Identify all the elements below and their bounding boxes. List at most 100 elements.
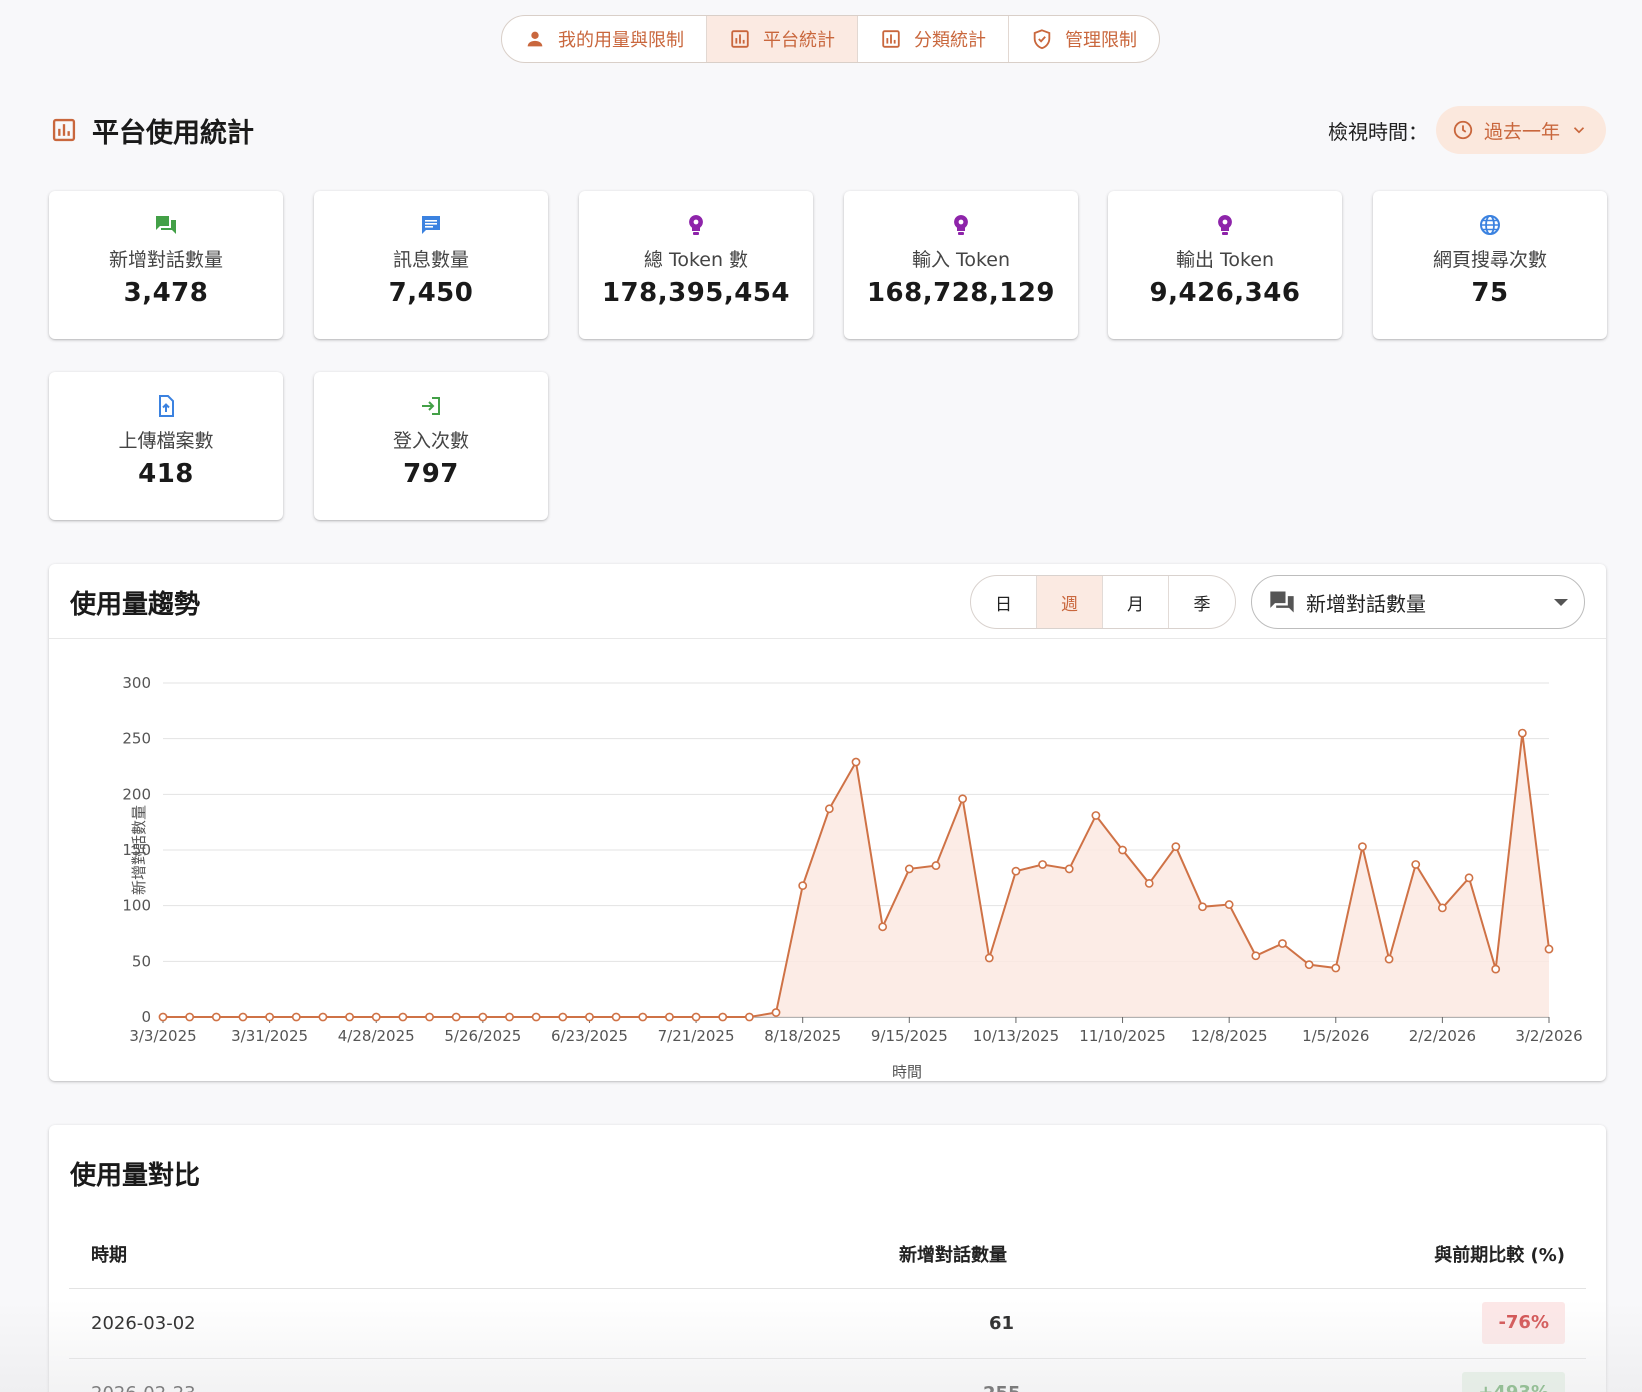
- data-point: [665, 1012, 674, 1022]
- stat-value: 9,426,346: [1149, 278, 1301, 308]
- stat-value: 797: [403, 459, 459, 489]
- data-point: [558, 1012, 568, 1022]
- data-point: [291, 1012, 301, 1022]
- dropdown-arrow-icon: [1554, 598, 1568, 606]
- col-value: 新增對話數量: [899, 1245, 1007, 1266]
- data-point: [851, 757, 861, 767]
- stat-card-uploaded-files: 上傳檔案數 418: [49, 372, 283, 520]
- data-point: [1464, 873, 1474, 883]
- x-tick-label: 3/31/2025: [231, 1027, 308, 1045]
- stat-card-web-search: 網頁搜尋次數 75: [1373, 191, 1607, 339]
- data-point: [984, 953, 994, 963]
- tab-label: 分類統計: [914, 30, 986, 51]
- x-tick-label: 7/21/2025: [658, 1027, 735, 1045]
- granularity-month[interactable]: 月: [1103, 576, 1169, 628]
- stat-value: 3,478: [123, 278, 209, 308]
- x-tick-label: 12/8/2025: [1191, 1027, 1268, 1045]
- stat-card-logins: 登入次數 797: [314, 372, 548, 520]
- data-point: [1384, 954, 1394, 964]
- stat-label: 登入次數: [392, 430, 469, 452]
- data-point: [1278, 939, 1287, 948]
- granularity-day[interactable]: 日: [971, 576, 1037, 628]
- x-tick-label: 4/28/2025: [338, 1027, 415, 1045]
- stat-value: 178,395,454: [601, 278, 791, 308]
- psychology-icon: [954, 215, 968, 235]
- data-point: [1251, 951, 1261, 961]
- x-axis-label: 時間: [892, 1063, 922, 1079]
- x-tick-label: 8/18/2025: [764, 1027, 841, 1045]
- data-point: [1224, 900, 1234, 909]
- data-point: [931, 861, 941, 870]
- data-point: [824, 804, 834, 814]
- data-point: [478, 1012, 488, 1022]
- granularity-quarter[interactable]: 季: [1169, 576, 1235, 628]
- data-point: [1358, 842, 1367, 852]
- y-tick-label: 200: [122, 785, 151, 803]
- data-point: [1038, 860, 1047, 869]
- stat-label: 新增對話數量: [108, 249, 223, 271]
- change-badge: +493%: [1462, 1372, 1565, 1392]
- tab-manage-limits[interactable]: 管理限制: [1009, 16, 1159, 62]
- stat-value: 75: [1471, 278, 1509, 308]
- globe-icon: [1480, 215, 1500, 235]
- stat-value: 7,450: [388, 278, 474, 308]
- chevron-down-icon: [1573, 127, 1585, 134]
- stat-value: 168,728,129: [866, 278, 1056, 308]
- tab-platform-stats[interactable]: 平台統計: [707, 16, 858, 62]
- tab-label: 我的用量與限制: [558, 30, 684, 51]
- page-header: 平台使用統計 檢視時間： 過去一年: [50, 104, 1606, 156]
- data-point: [744, 1012, 754, 1022]
- person-icon: [527, 31, 543, 47]
- psychology-icon: [689, 215, 703, 235]
- row-period: 2026-03-02: [91, 1313, 196, 1334]
- stat-card-total-tokens: 總 Token 數 178,395,454: [579, 191, 813, 339]
- data-point: [531, 1012, 541, 1022]
- metric-select[interactable]: 新增對話數量: [1251, 575, 1585, 629]
- data-point: [158, 1012, 168, 1022]
- data-point: [585, 1012, 594, 1022]
- data-point: [1491, 964, 1501, 974]
- data-point: [771, 1008, 781, 1017]
- forum-icon: [156, 216, 176, 234]
- stat-label: 輸出 Token: [1175, 249, 1275, 271]
- y-tick-label: 100: [122, 897, 151, 915]
- bar-chart-icon: [882, 30, 900, 48]
- x-tick-label: 10/13/2025: [973, 1027, 1059, 1045]
- time-range-select[interactable]: 過去一年: [1435, 106, 1606, 154]
- data-point: [904, 864, 914, 874]
- stat-label: 網頁搜尋次數: [1432, 249, 1547, 271]
- data-point: [318, 1012, 328, 1022]
- data-point: [425, 1012, 434, 1022]
- data-point: [1411, 860, 1421, 869]
- data-point: [1198, 902, 1207, 912]
- x-tick-label: 5/26/2025: [444, 1027, 521, 1045]
- stat-label: 總 Token 數: [643, 249, 749, 271]
- data-point: [611, 1012, 621, 1022]
- table-row: 2026-03-02 61 -76%: [69, 1289, 1586, 1359]
- y-tick-label: 250: [122, 730, 151, 748]
- tab-my-usage[interactable]: 我的用量與限制: [502, 16, 707, 62]
- file-upload-icon: [159, 395, 174, 417]
- y-tick-label: 50: [132, 952, 151, 970]
- y-axis-label: 新增對話數量: [130, 805, 148, 895]
- data-point: [1144, 878, 1154, 888]
- stat-card-output-tokens: 輸出 Token 9,426,346: [1108, 191, 1342, 339]
- clock-icon: [1453, 120, 1473, 140]
- x-tick-label: 1/5/2026: [1302, 1027, 1369, 1045]
- stat-label: 輸入 Token: [911, 249, 1011, 271]
- range-label: 檢視時間：: [1327, 119, 1428, 144]
- data-point: [1544, 944, 1554, 954]
- x-tick-label: 2/2/2026: [1409, 1027, 1476, 1045]
- row-value: 255: [983, 1383, 1021, 1392]
- granularity-week[interactable]: 週: [1037, 576, 1103, 628]
- tab-label: 平台統計: [763, 30, 835, 51]
- data-point: [1091, 811, 1101, 820]
- data-point: [265, 1012, 275, 1022]
- usage-compare-panel: 使用量對比 時期 新增對話數量 與前期比較 (%) 2026-03-02 61 …: [49, 1125, 1606, 1392]
- page-title: 平台使用統計: [92, 117, 254, 149]
- data-point: [638, 1012, 648, 1022]
- tab-category-stats[interactable]: 分類統計: [858, 16, 1009, 62]
- message-icon: [422, 216, 440, 234]
- metric-select-value: 新增對話數量: [1306, 591, 1426, 616]
- col-change: 與前期比較 (%): [1434, 1245, 1565, 1266]
